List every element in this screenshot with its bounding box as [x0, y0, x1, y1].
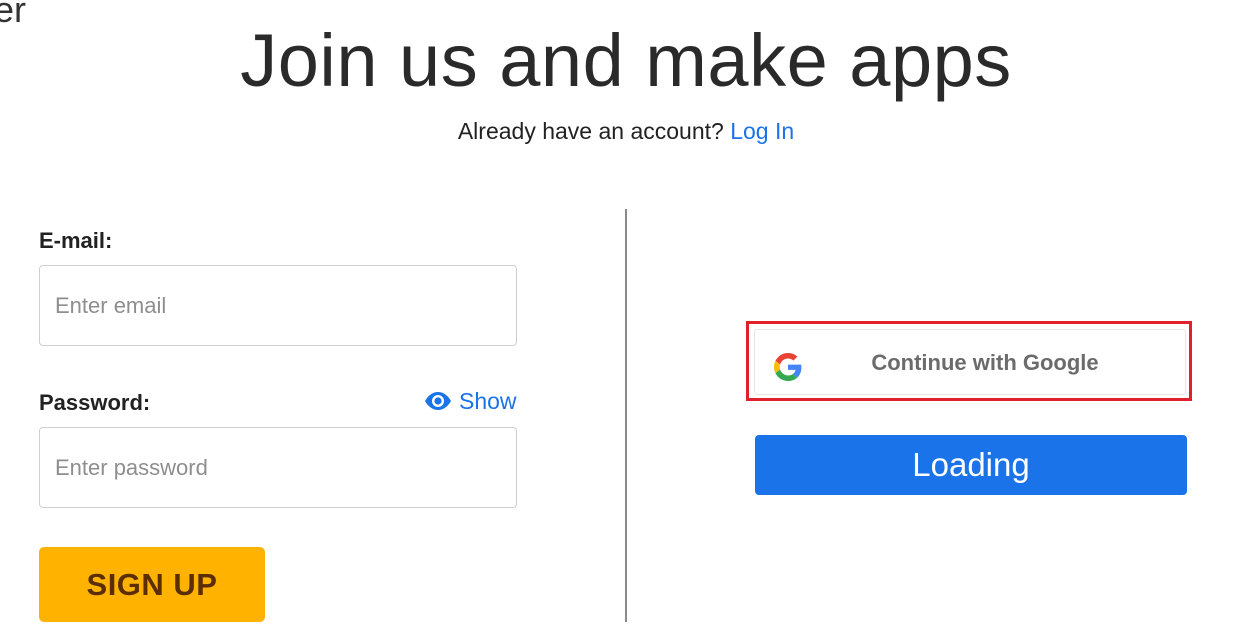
eye-icon — [424, 391, 452, 411]
login-prompt-text: Already have an account? — [457, 118, 724, 144]
google-button-label: Continue with Google — [871, 350, 1099, 375]
email-input[interactable] — [39, 265, 517, 346]
email-label: E-mail: — [39, 228, 113, 253]
show-password-toggle[interactable]: Show — [424, 386, 517, 416]
password-label: Password: — [39, 390, 151, 415]
page-title: Join us and make apps — [240, 19, 1012, 102]
login-link[interactable]: Log In — [730, 118, 794, 144]
signup-page: er Join us and make apps Already have an… — [0, 0, 1249, 642]
password-input[interactable] — [39, 427, 517, 508]
loading-button[interactable]: Loading — [755, 435, 1187, 495]
show-password-label: Show — [459, 387, 517, 414]
column-divider — [625, 209, 627, 622]
signup-button[interactable]: SIGN UP — [39, 547, 265, 622]
continue-with-google-button[interactable]: Continue with Google — [754, 329, 1186, 395]
login-prompt: Already have an account? Log In — [0, 118, 1249, 145]
